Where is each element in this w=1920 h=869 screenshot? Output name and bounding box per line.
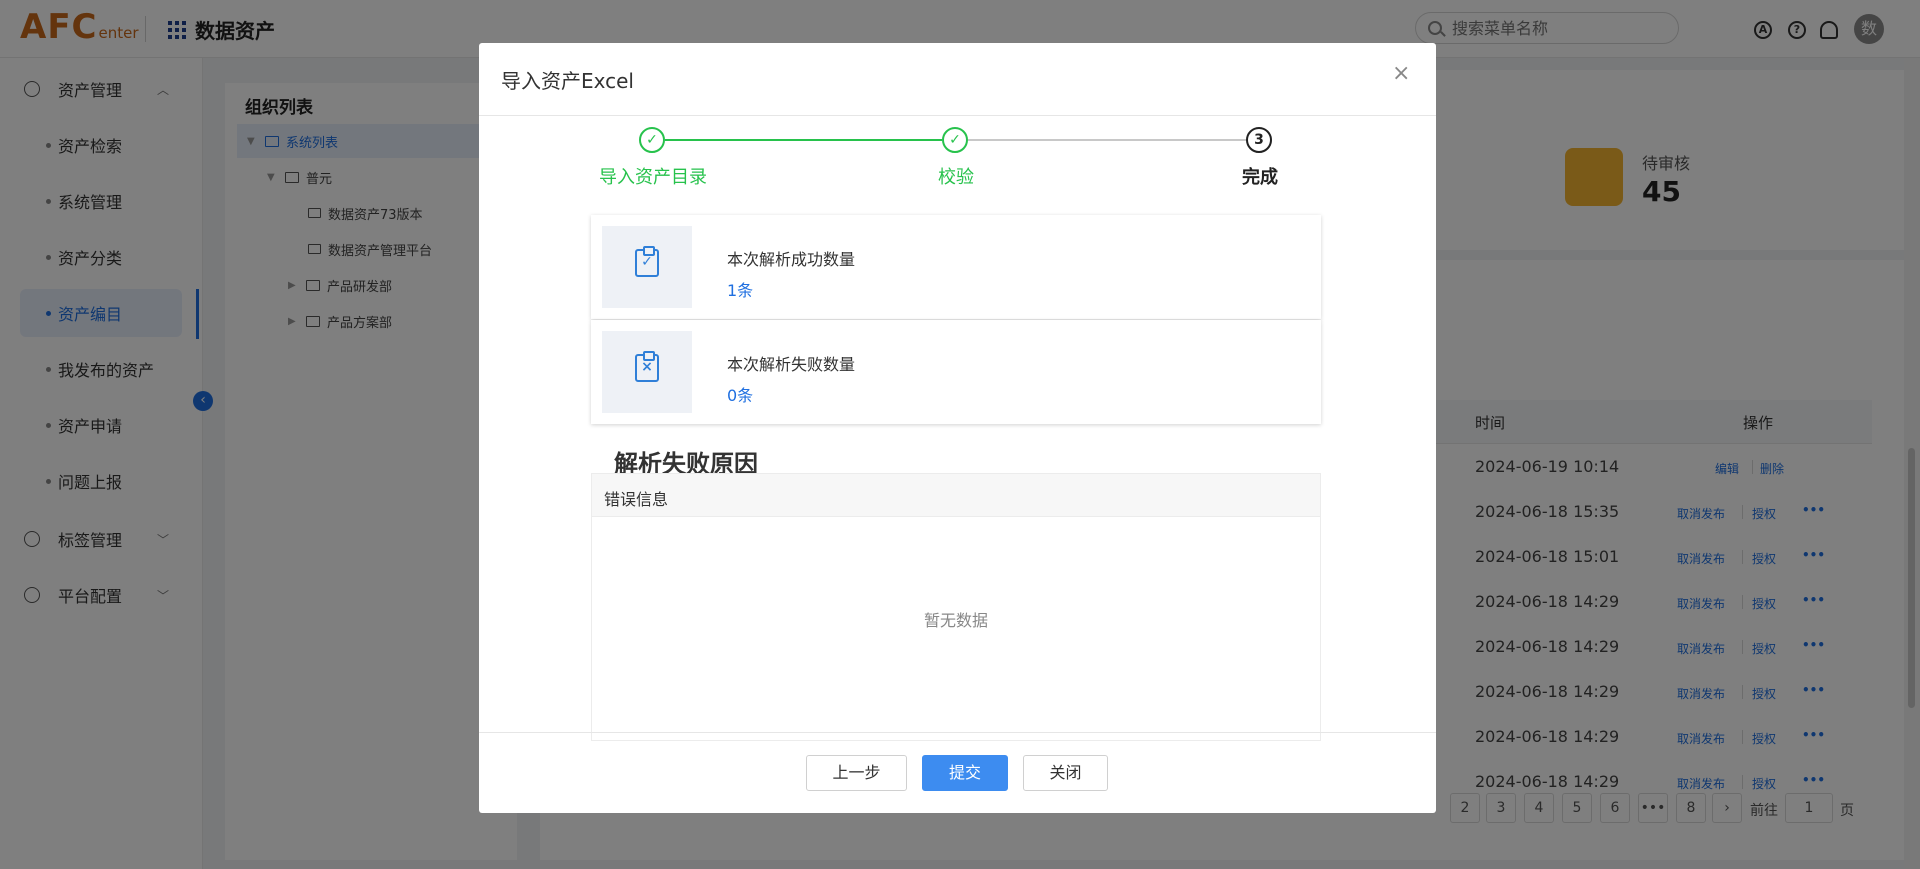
step-2-check-icon: ✓ — [942, 127, 968, 153]
empty-state-text: 暂无数据 — [923, 611, 988, 630]
clipboard-x-icon: × — [602, 331, 692, 413]
step-3-label: 完成 — [1242, 167, 1278, 188]
clipboard-check-icon: ✓ — [602, 226, 692, 308]
previous-step-button[interactable]: 上一步 — [806, 755, 907, 791]
submit-button[interactable]: 提交 — [922, 755, 1008, 791]
step-1-label: 导入资产目录 — [599, 167, 707, 188]
step-3-number: 3 — [1246, 127, 1272, 153]
step-connector-done — [665, 139, 942, 141]
close-button[interactable]: 关闭 — [1023, 755, 1108, 791]
fail-count-title: 本次解析失败数量 — [727, 355, 856, 374]
column-header-error: 错误信息 — [604, 490, 669, 509]
error-table-header: 错误信息 — [591, 473, 1321, 517]
close-icon[interactable]: × — [1392, 61, 1410, 86]
dialog-footer-divider — [479, 732, 1436, 733]
step-2-label: 校验 — [938, 167, 974, 188]
error-table-body: 暂无数据 — [591, 517, 1321, 741]
success-count-card: ✓ 本次解析成功数量 1条 — [591, 215, 1321, 319]
dialog-title: 导入资产Excel — [501, 69, 634, 93]
step-connector-pending — [968, 139, 1258, 141]
fail-count-card: × 本次解析失败数量 0条 — [591, 320, 1321, 424]
success-count-title: 本次解析成功数量 — [727, 250, 856, 269]
dialog-header-divider — [479, 115, 1436, 116]
step-1-check-icon: ✓ — [639, 127, 665, 153]
import-excel-dialog: 导入资产Excel × ✓ ✓ 3 导入资产目录 校验 完成 ✓ 本次解析成功数… — [479, 43, 1436, 813]
fail-count-value: 0条 — [727, 386, 754, 405]
success-count-value: 1条 — [727, 281, 754, 300]
